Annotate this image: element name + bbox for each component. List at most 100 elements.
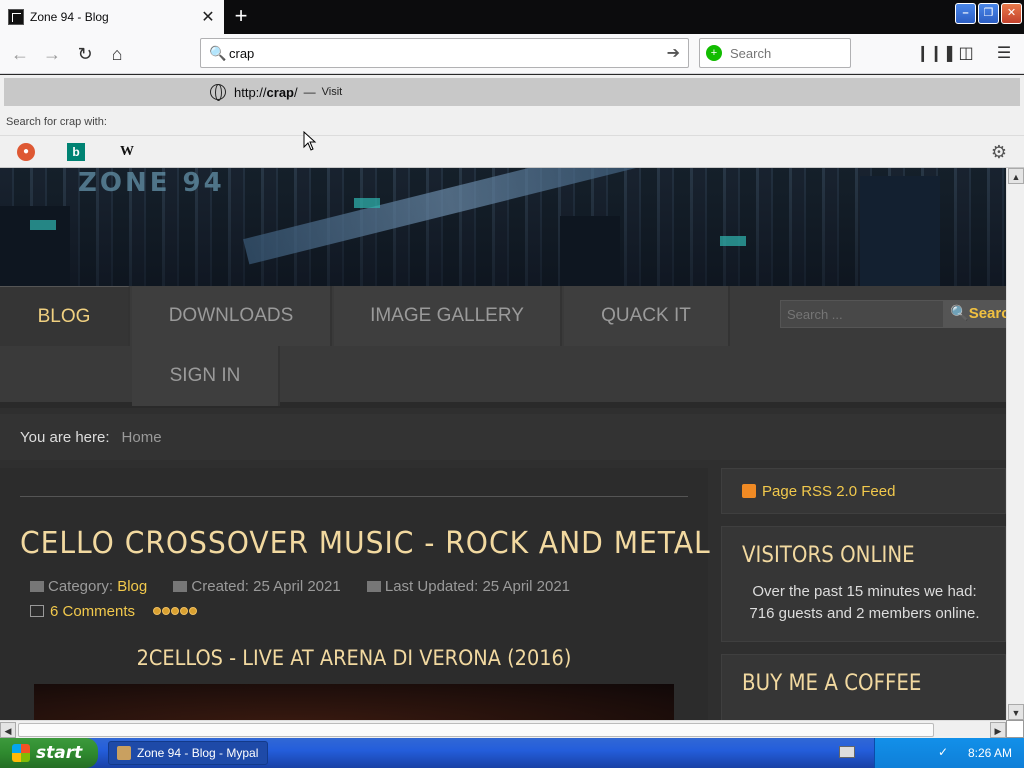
nav-item-quack-it[interactable]: QUACK IT	[564, 286, 730, 346]
visitors-widget: VISITORS ONLINE Over the past 15 minutes…	[721, 526, 1006, 642]
forward-button[interactable]: →	[40, 42, 64, 66]
toolbar-icons: ❙❙❚ ◫ ☰	[916, 42, 1016, 66]
coffee-widget: BUY ME A COFFEE	[721, 654, 1006, 720]
comment-icon	[30, 605, 44, 617]
visitors-title: VISITORS ONLINE	[742, 543, 915, 568]
article-comments-row: 6 Comments	[30, 602, 198, 620]
coffee-title: BUY ME A COFFEE	[742, 671, 922, 696]
site-banner: ZONE 94	[0, 168, 1006, 286]
go-arrow-icon[interactable]: ➔	[667, 43, 680, 63]
banner-building	[860, 176, 940, 286]
nav-item-image-gallery[interactable]: IMAGE GALLERY	[334, 286, 562, 346]
scroll-thumb[interactable]	[18, 723, 934, 737]
rating-dot	[171, 607, 180, 615]
breadcrumb: You are here: Home	[0, 414, 1006, 460]
nav-item-sign-in[interactable]: SIGN IN	[132, 346, 280, 406]
scroll-right-icon[interactable]: ▶	[990, 722, 1006, 738]
search-bar[interactable]: +	[699, 38, 851, 68]
banner-building	[560, 216, 620, 286]
site-search-button[interactable]: 🔍Search	[944, 300, 1006, 328]
article: CELLO CROSSOVER MUSIC - ROCK AND METAL C…	[0, 468, 711, 720]
windows-logo-icon	[12, 744, 30, 762]
divider	[20, 496, 688, 497]
nav-item-blog[interactable]: BLOG	[0, 286, 130, 346]
taskbar: start Zone 94 - Blog - Mypal ✓ 8:26 AM	[0, 738, 1024, 768]
network-icon[interactable]: ✓	[938, 745, 954, 761]
calendar-icon	[173, 581, 188, 592]
nav-item-downloads[interactable]: DOWNLOADS	[132, 286, 332, 346]
bing-icon[interactable]: b	[67, 143, 85, 161]
rss-link[interactable]: Page RSS 2.0 Feed	[762, 483, 895, 500]
back-button[interactable]: ←	[8, 42, 32, 66]
scroll-down-icon[interactable]: ▼	[1008, 704, 1024, 720]
horizontal-scrollbar[interactable]: ◀ ▶	[0, 720, 1006, 738]
article-subtitle: 2CELLOS - LIVE AT ARENA DI VERONA (2016)	[136, 646, 572, 670]
suggestion-visit-label: Visit	[321, 86, 343, 98]
search-engine-icon[interactable]: +	[706, 45, 722, 61]
suggestion-visit-url[interactable]: http://crap/ — Visit	[4, 78, 1020, 106]
search-for-label: Search for crap with:	[6, 116, 107, 128]
comments-link[interactable]: 6 Comments	[50, 603, 135, 620]
suggestion-url: http://crap/	[234, 84, 298, 100]
search-engine-row: ● b W ⚙	[0, 135, 1024, 167]
rating-dot	[189, 607, 198, 615]
search-input[interactable]	[730, 45, 840, 61]
minimize-button[interactable]: –	[955, 3, 976, 24]
rating-stars[interactable]	[153, 602, 198, 619]
window-controls: – ❐ ✕	[955, 3, 1022, 24]
suggestion-dash: —	[303, 85, 316, 99]
library-icon[interactable]: ❙❙❚	[916, 42, 956, 66]
close-window-button[interactable]: ✕	[1001, 3, 1022, 24]
clock[interactable]: 8:26 AM	[968, 746, 1012, 760]
banner-light	[354, 198, 380, 208]
address-bar[interactable]: 🔍 ➔	[200, 38, 689, 68]
menu-icon[interactable]: ☰	[992, 42, 1016, 66]
created-date: Created: 25 April 2021	[191, 578, 341, 595]
browser-app-icon	[117, 746, 131, 760]
site-logo[interactable]: ZONE 94	[78, 168, 225, 198]
calendar-icon	[366, 581, 381, 592]
search-icon: 🔍	[950, 305, 969, 322]
duckduckgo-icon[interactable]: ●	[17, 143, 35, 161]
vertical-scrollbar[interactable]: ▲ ▼	[1006, 168, 1024, 720]
navigation-toolbar: ← → ↻ ⌂ 🔍 ➔ + ❙❙❚ ◫ ☰	[0, 34, 1024, 74]
new-tab-button[interactable]: +	[228, 4, 254, 30]
reload-button[interactable]: ↻	[73, 42, 97, 66]
banner-light	[720, 236, 746, 246]
tab-close-icon[interactable]: ✕	[200, 7, 216, 27]
tab-zone94[interactable]: Zone 94 - Blog ✕	[0, 0, 224, 34]
video-player[interactable]	[34, 684, 674, 720]
main-navigation: BLOG DOWNLOADS IMAGE GALLERY QUACK IT SI…	[0, 286, 1006, 408]
category-link[interactable]: Blog	[117, 578, 147, 595]
scroll-left-icon[interactable]: ◀	[0, 722, 16, 738]
breadcrumb-label: You are here:	[20, 428, 110, 446]
tab-bar: Zone 94 - Blog ✕ + – ❐ ✕	[0, 0, 1024, 34]
gear-icon[interactable]: ⚙	[990, 143, 1008, 161]
rss-widget: Page RSS 2.0 Feed	[721, 468, 1006, 514]
start-button[interactable]: start	[0, 738, 98, 768]
rss-icon	[742, 484, 756, 498]
wikipedia-icon[interactable]: W	[118, 143, 136, 161]
visitors-text: Over the past 15 minutes we had: 716 gues…	[749, 583, 980, 622]
scroll-up-icon[interactable]: ▲	[1008, 168, 1024, 184]
home-button[interactable]: ⌂	[105, 42, 129, 66]
site-favicon-icon	[8, 9, 24, 25]
web-page: ZONE 94 BLOG DOWNLOADS IMAGE GALLERY QUA…	[0, 168, 1006, 720]
banner-light	[30, 220, 56, 230]
site-search-input[interactable]	[780, 300, 944, 328]
rating-dot	[153, 607, 162, 615]
search-icon: 🔍	[209, 44, 227, 61]
rating-dot	[162, 607, 171, 615]
article-meta: Category: Blog Created: 25 April 2021 La…	[30, 578, 570, 595]
sidebar-icon[interactable]: ◫	[954, 42, 978, 66]
breadcrumb-home[interactable]: Home	[122, 429, 162, 446]
restore-button[interactable]: ❐	[978, 3, 999, 24]
globe-icon	[210, 84, 226, 101]
folder-icon	[30, 581, 44, 592]
article-title[interactable]: CELLO CROSSOVER MUSIC - ROCK AND METAL	[20, 526, 711, 561]
keyboard-icon[interactable]	[839, 746, 855, 758]
system-tray: ✓ 8:26 AM	[839, 738, 1024, 768]
url-input[interactable]	[229, 45, 667, 61]
taskbar-item-browser[interactable]: Zone 94 - Blog - Mypal	[108, 741, 268, 765]
rating-dot	[180, 607, 189, 615]
